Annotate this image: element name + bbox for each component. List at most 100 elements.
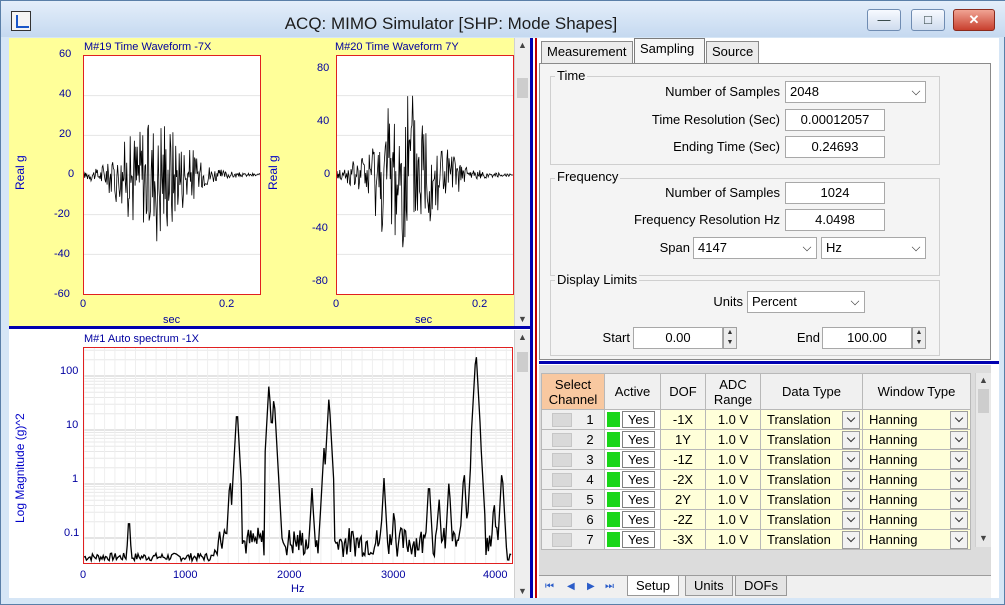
plot3-area[interactable] — [83, 347, 513, 564]
window-type-cell[interactable]: Hanning — [862, 509, 971, 530]
scroll-down-arrow[interactable]: ▼ — [515, 584, 530, 598]
chevron-down-icon[interactable] — [842, 491, 860, 509]
table-row[interactable]: 4 Yes -2X 1.0 V Translation Hanning — [541, 469, 971, 490]
window-type-cell[interactable]: Hanning — [862, 429, 971, 450]
plot1-area[interactable] — [83, 55, 261, 295]
adc-range-cell[interactable]: 1.0 V — [705, 529, 761, 550]
chevron-down-icon[interactable] — [842, 531, 860, 549]
data-type-cell[interactable]: Translation — [760, 409, 863, 430]
active-cell[interactable]: Yes — [604, 469, 661, 490]
active-cell[interactable]: Yes — [604, 429, 661, 450]
col-window-type[interactable]: Window Type — [862, 373, 971, 410]
spin-down-icon[interactable]: ▼ — [913, 338, 925, 348]
col-data-type[interactable]: Data Type — [760, 373, 863, 410]
chevron-down-icon[interactable] — [950, 531, 968, 549]
spin-up-icon[interactable]: ▲ — [913, 328, 925, 338]
freq-res-field[interactable]: 4.0498 — [785, 209, 885, 231]
end-field[interactable]: 100.00 — [822, 327, 912, 349]
active-cell[interactable]: Yes — [604, 509, 661, 530]
col-dof[interactable]: DOF — [660, 373, 706, 410]
span-unit-select[interactable]: Hz — [821, 237, 926, 259]
window-type-cell[interactable]: Hanning — [862, 529, 971, 550]
window-type-cell[interactable]: Hanning — [862, 449, 971, 470]
plot2-area[interactable] — [336, 55, 514, 295]
row-selector[interactable] — [552, 413, 573, 428]
scroll-down-arrow[interactable]: ▼ — [515, 312, 530, 326]
adc-range-cell[interactable]: 1.0 V — [705, 449, 761, 470]
chevron-down-icon[interactable] — [842, 451, 860, 469]
table-row[interactable]: 5 Yes 2Y 1.0 V Translation Hanning — [541, 489, 971, 510]
adc-range-cell[interactable]: 1.0 V — [705, 429, 761, 450]
data-type-cell[interactable]: Translation — [760, 429, 863, 450]
dof-cell[interactable]: -1Z — [660, 449, 706, 470]
tab-units[interactable]: Units — [685, 576, 733, 596]
chevron-down-icon[interactable] — [950, 511, 968, 529]
prev-tab-icon[interactable]: ◀ — [567, 581, 579, 593]
channel-number-cell[interactable]: 2 — [541, 429, 605, 450]
chevron-down-icon[interactable] — [842, 511, 860, 529]
last-tab-icon[interactable]: ⏭ — [605, 581, 617, 593]
dof-cell[interactable]: -3X — [660, 529, 706, 550]
spin-down-icon[interactable]: ▼ — [724, 338, 736, 348]
active-toggle[interactable]: Yes — [622, 511, 655, 529]
next-tab-icon[interactable]: ▶ — [587, 581, 599, 593]
table-row[interactable]: 1 Yes -1X 1.0 V Translation Hanning — [541, 409, 971, 430]
chevron-down-icon[interactable] — [842, 431, 860, 449]
chevron-down-icon[interactable] — [950, 451, 968, 469]
data-type-cell[interactable]: Translation — [760, 529, 863, 550]
freq-samples-field[interactable]: 1024 — [785, 182, 885, 204]
table-row[interactable]: 6 Yes -2Z 1.0 V Translation Hanning — [541, 509, 971, 530]
channel-number-cell[interactable]: 4 — [541, 469, 605, 490]
channel-number-cell[interactable]: 5 — [541, 489, 605, 510]
tab-dofs[interactable]: DOFs — [735, 576, 787, 596]
active-toggle[interactable]: Yes — [622, 471, 655, 489]
active-cell[interactable]: Yes — [604, 529, 661, 550]
scroll-up-arrow[interactable]: ▲ — [976, 373, 991, 387]
adc-range-cell[interactable]: 1.0 V — [705, 509, 761, 530]
row-selector[interactable] — [552, 493, 573, 508]
chevron-down-icon[interactable] — [950, 471, 968, 489]
tab-measurement[interactable]: Measurement — [541, 41, 633, 63]
adc-range-cell[interactable]: 1.0 V — [705, 489, 761, 510]
first-tab-icon[interactable]: ⏮ — [545, 581, 557, 593]
active-toggle[interactable]: Yes — [622, 531, 655, 549]
scroll-up-arrow[interactable]: ▲ — [515, 38, 530, 52]
table-row[interactable]: 3 Yes -1Z 1.0 V Translation Hanning — [541, 449, 971, 470]
chevron-down-icon[interactable] — [950, 411, 968, 429]
tab-setup[interactable]: Setup — [627, 576, 679, 596]
row-selector[interactable] — [552, 513, 573, 528]
dof-cell[interactable]: -2X — [660, 469, 706, 490]
chevron-down-icon[interactable] — [950, 431, 968, 449]
window-type-cell[interactable]: Hanning — [862, 469, 971, 490]
window-type-cell[interactable]: Hanning — [862, 489, 971, 510]
time-res-field[interactable]: 0.00012057 — [785, 109, 885, 131]
data-type-cell[interactable]: Translation — [760, 449, 863, 470]
grid-vertical-scrollbar[interactable]: ▲ ▼ — [975, 373, 991, 547]
end-spinner[interactable]: ▲ ▼ — [912, 327, 926, 349]
maximize-button[interactable]: □ — [911, 9, 945, 31]
tab-sampling[interactable]: Sampling — [634, 38, 705, 64]
scroll-up-arrow[interactable]: ▲ — [515, 330, 530, 344]
active-toggle[interactable]: Yes — [622, 411, 655, 429]
dof-cell[interactable]: -2Z — [660, 509, 706, 530]
start-field[interactable]: 0.00 — [633, 327, 723, 349]
active-cell[interactable]: Yes — [604, 449, 661, 470]
top-plot-scrollbar[interactable]: ▲ ▼ — [514, 38, 530, 326]
tab-source[interactable]: Source — [706, 41, 759, 63]
col-active[interactable]: Active — [604, 373, 661, 410]
table-row[interactable]: 7 Yes -3X 1.0 V Translation Hanning — [541, 529, 971, 550]
table-row[interactable]: 2 Yes 1Y 1.0 V Translation Hanning — [541, 429, 971, 450]
scroll-thumb[interactable] — [978, 389, 989, 413]
end-time-field[interactable]: 0.24693 — [785, 136, 885, 158]
right-splitter[interactable] — [539, 361, 999, 364]
row-selector[interactable] — [552, 453, 573, 468]
window-type-cell[interactable]: Hanning — [862, 409, 971, 430]
channel-number-cell[interactable]: 1 — [541, 409, 605, 430]
channel-number-cell[interactable]: 6 — [541, 509, 605, 530]
row-selector[interactable] — [552, 433, 573, 448]
data-type-cell[interactable]: Translation — [760, 469, 863, 490]
scroll-thumb[interactable] — [517, 352, 528, 372]
channel-number-cell[interactable]: 3 — [541, 449, 605, 470]
num-samples-select[interactable]: 2048 — [785, 81, 926, 103]
dof-cell[interactable]: 2Y — [660, 489, 706, 510]
